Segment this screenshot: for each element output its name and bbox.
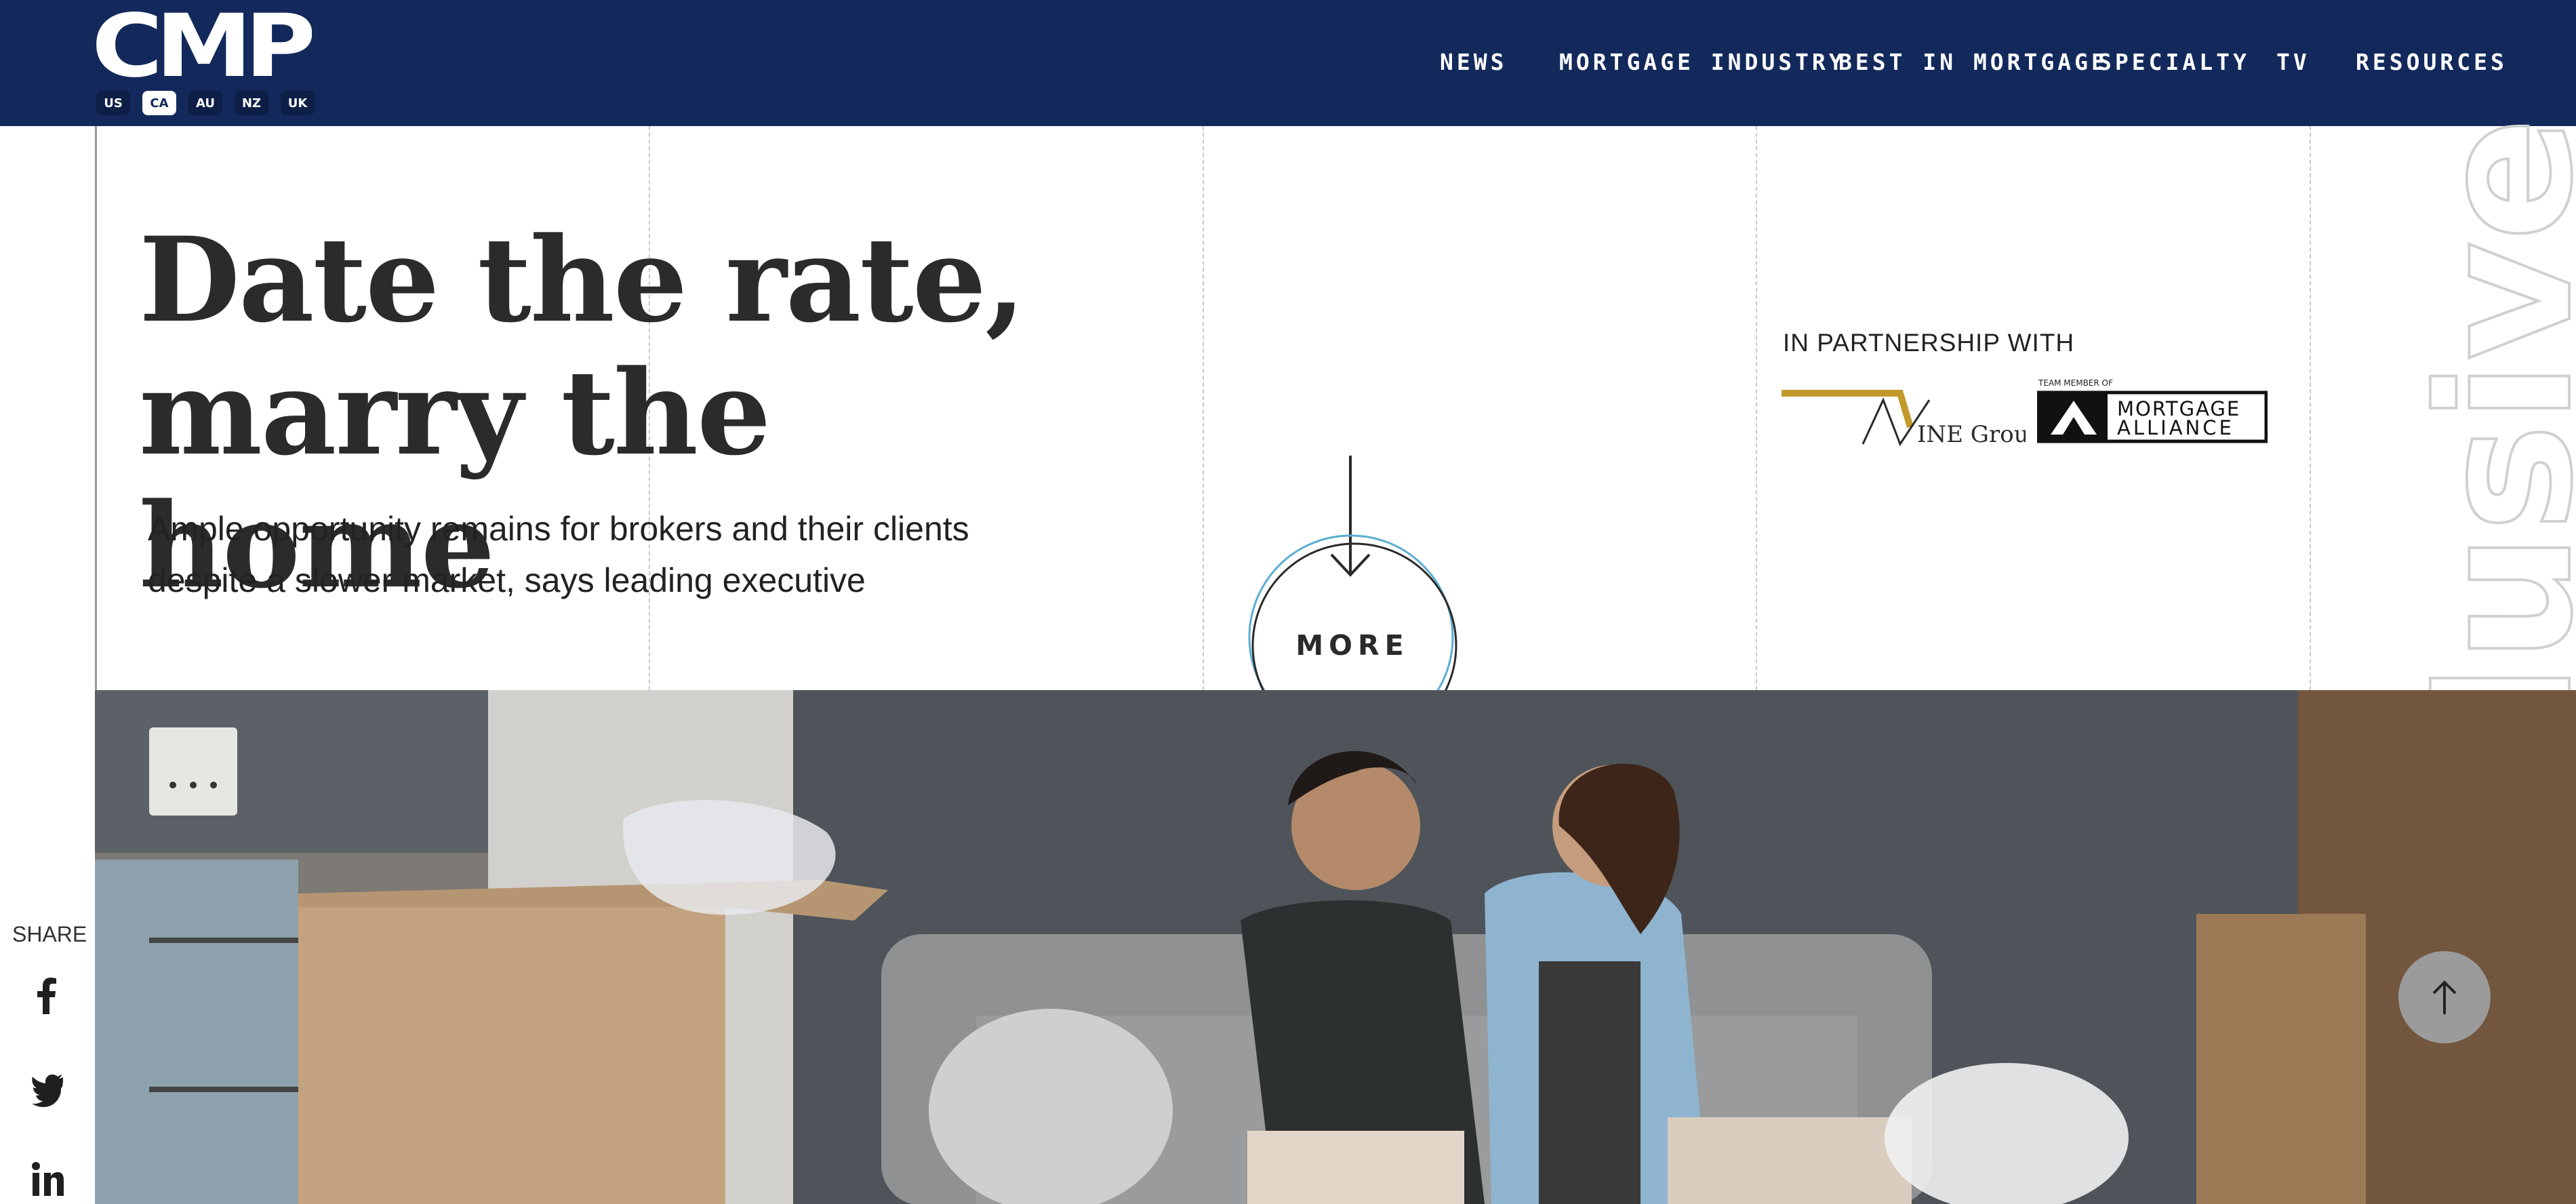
vine-group-logo[interactable]: INE Group xyxy=(1782,386,2026,447)
mortgage-alliance-logo[interactable]: TEAM MEMBER OF MORTGAGE ALLIANCE xyxy=(2037,376,2268,444)
subhead-line-1: Ample opportunity remains for brokers an… xyxy=(148,510,969,548)
hero-photo xyxy=(95,690,2576,1204)
main-nav: NEWS MORTGAGE INDUSTRY BEST IN MORTGAGE … xyxy=(0,49,2576,80)
linkedin-icon[interactable] xyxy=(31,1161,64,1199)
vertical-watermark-text: lusive xyxy=(2400,116,2576,727)
nav-specialty[interactable]: SPECIALTY xyxy=(2098,49,2250,75)
region-selector: US CA AU NZ UK xyxy=(96,91,315,115)
arrow-up-icon xyxy=(2432,980,2457,1014)
site-header: CMP US CA AU NZ UK NEWS MORTGAGE INDUSTR… xyxy=(0,0,2576,126)
share-label: SHARE xyxy=(12,922,87,946)
headline-line-1[interactable]: Date the rate, xyxy=(139,211,1026,348)
grid-divider xyxy=(2310,126,2311,690)
svg-text:TEAM MEMBER OF: TEAM MEMBER OF xyxy=(2038,378,2113,388)
svg-text:lusive: lusive xyxy=(2400,117,2576,725)
scroll-to-top-button[interactable] xyxy=(2398,951,2491,1043)
more-label[interactable]: MORE xyxy=(1247,629,1457,662)
svg-text:ALLIANCE: ALLIANCE xyxy=(2117,416,2234,439)
region-au[interactable]: AU xyxy=(188,91,222,115)
nav-mortgage-industry[interactable]: MORTGAGE INDUSTRY xyxy=(1559,49,1846,75)
nav-news[interactable]: NEWS xyxy=(1440,49,1507,75)
article-subheadline: Ample opportunity remains for brokers an… xyxy=(148,503,1097,606)
region-nz[interactable]: NZ xyxy=(235,91,268,115)
region-us[interactable]: US xyxy=(96,91,130,115)
region-uk[interactable]: UK xyxy=(281,91,315,115)
facebook-icon[interactable] xyxy=(31,976,64,1014)
region-ca[interactable]: CA xyxy=(142,91,176,115)
svg-text:INE Group: INE Group xyxy=(1917,421,2026,447)
grid-divider xyxy=(1756,126,1757,690)
twitter-icon[interactable] xyxy=(31,1069,64,1107)
partnership-label: IN PARTNERSHIP WITH xyxy=(1783,329,2075,357)
grid-divider xyxy=(1203,126,1204,690)
nav-best-in-mortgage[interactable]: BEST IN MORTGAGE xyxy=(1838,49,2108,75)
hero-left-border xyxy=(95,126,97,690)
subhead-line-2: despite a slower market, says leading ex… xyxy=(148,561,866,599)
nav-resources[interactable]: RESOURCES xyxy=(2356,49,2508,75)
nav-tv[interactable]: TV xyxy=(2276,49,2310,75)
